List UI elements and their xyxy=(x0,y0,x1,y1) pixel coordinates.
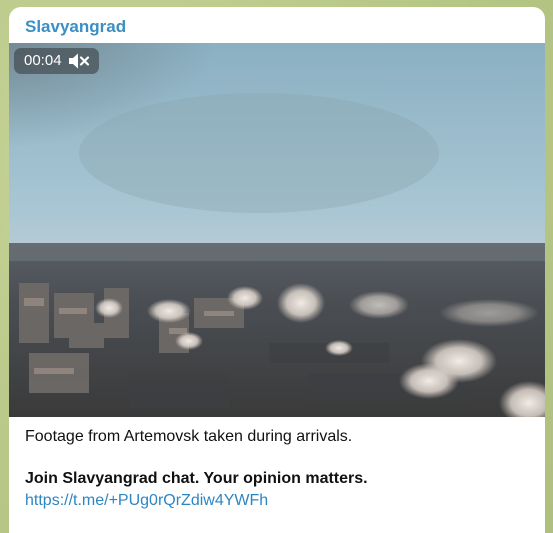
message-bubble: Slavyangrad 00:04 Footage from Artemovsk… xyxy=(9,7,545,533)
caption-chat-invite: Join Slavyangrad chat. Your opinion matt… xyxy=(25,470,368,487)
video-frame xyxy=(9,43,545,417)
speaker-muted-icon[interactable] xyxy=(68,52,90,70)
video-duration-badge[interactable]: 00:04 xyxy=(14,48,99,74)
video-duration: 00:04 xyxy=(24,52,62,69)
chat-invite-link[interactable]: https://t.me/+PUg0rQrZdiw4YWFh xyxy=(25,492,268,509)
caption-text: Footage from Artemovsk taken during arri… xyxy=(25,428,353,445)
channel-name[interactable]: Slavyangrad xyxy=(25,16,126,38)
video-player[interactable]: 00:04 xyxy=(9,43,545,417)
post-caption: Footage from Artemovsk taken during arri… xyxy=(25,426,535,512)
